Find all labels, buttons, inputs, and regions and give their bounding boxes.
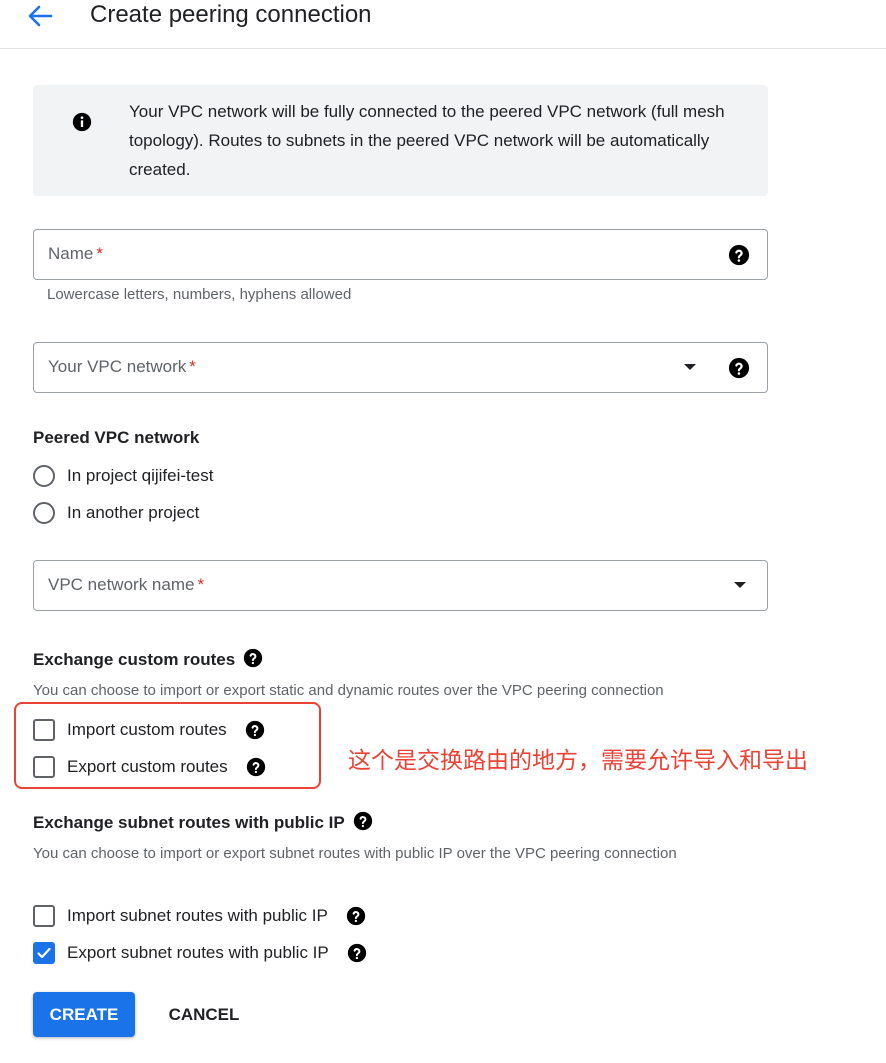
help-icon[interactable] [728,244,750,266]
peered-vpc-title: Peered VPC network [33,428,200,447]
name-field[interactable]: Name * [33,229,768,280]
custom-routes-desc: You can choose to import or export stati… [33,682,664,699]
import-subnet-routes-checkbox[interactable]: Import subnet routes with public IP [33,903,366,929]
checkbox[interactable] [33,905,55,927]
page-title: Create peering connection [90,1,372,28]
back-button[interactable] [22,0,58,32]
chevron-down-icon [684,364,696,370]
chevron-down-icon [734,582,746,588]
help-icon[interactable] [728,357,750,379]
checkbox-checked[interactable] [33,942,55,964]
subnet-routes-desc: You can choose to import or export subne… [33,845,677,862]
vpc-network-label: Your VPC network * [48,357,196,376]
info-banner: Your VPC network will be fully connected… [33,85,768,196]
vpc-network-name-label: VPC network name * [48,575,205,594]
radio-label: In project qijifei-test [67,466,214,485]
help-icon[interactable] [353,811,373,831]
checkbox-label: Import subnet routes with public IP [67,906,328,925]
export-subnet-routes-checkbox[interactable]: Export subnet routes with public IP [33,940,367,966]
radio-another-project[interactable]: In another project [33,500,199,526]
radio-button[interactable] [33,502,55,524]
create-button[interactable]: CREATE [33,992,135,1037]
help-icon[interactable] [346,906,366,926]
page-header: Create peering connection [0,0,886,49]
name-label: Name * [48,244,103,263]
vpc-network-select[interactable]: Your VPC network * [33,342,768,393]
checkmark-icon [37,947,51,959]
vpc-network-name-select[interactable]: VPC network name * [33,560,768,611]
radio-label: In another project [67,503,200,522]
annotation-text: 这个是交换路由的地方，需要允许导入和导出 [348,748,808,774]
help-icon[interactable] [243,648,263,668]
arrow-back-icon [28,5,53,27]
info-icon [72,112,92,132]
annotation-highlight-box [14,702,321,789]
help-icon[interactable] [347,943,367,963]
checkbox-label: Export subnet routes with public IP [67,943,329,962]
cancel-button[interactable]: CANCEL [152,992,256,1037]
custom-routes-title: Exchange custom routes [33,648,263,670]
radio-in-project[interactable]: In project qijifei-test [33,463,213,489]
radio-button[interactable] [33,465,55,487]
subnet-routes-title: Exchange subnet routes with public IP [33,811,373,833]
info-text: Your VPC network will be fully connected… [129,102,725,179]
name-hint: Lowercase letters, numbers, hyphens allo… [47,286,352,303]
